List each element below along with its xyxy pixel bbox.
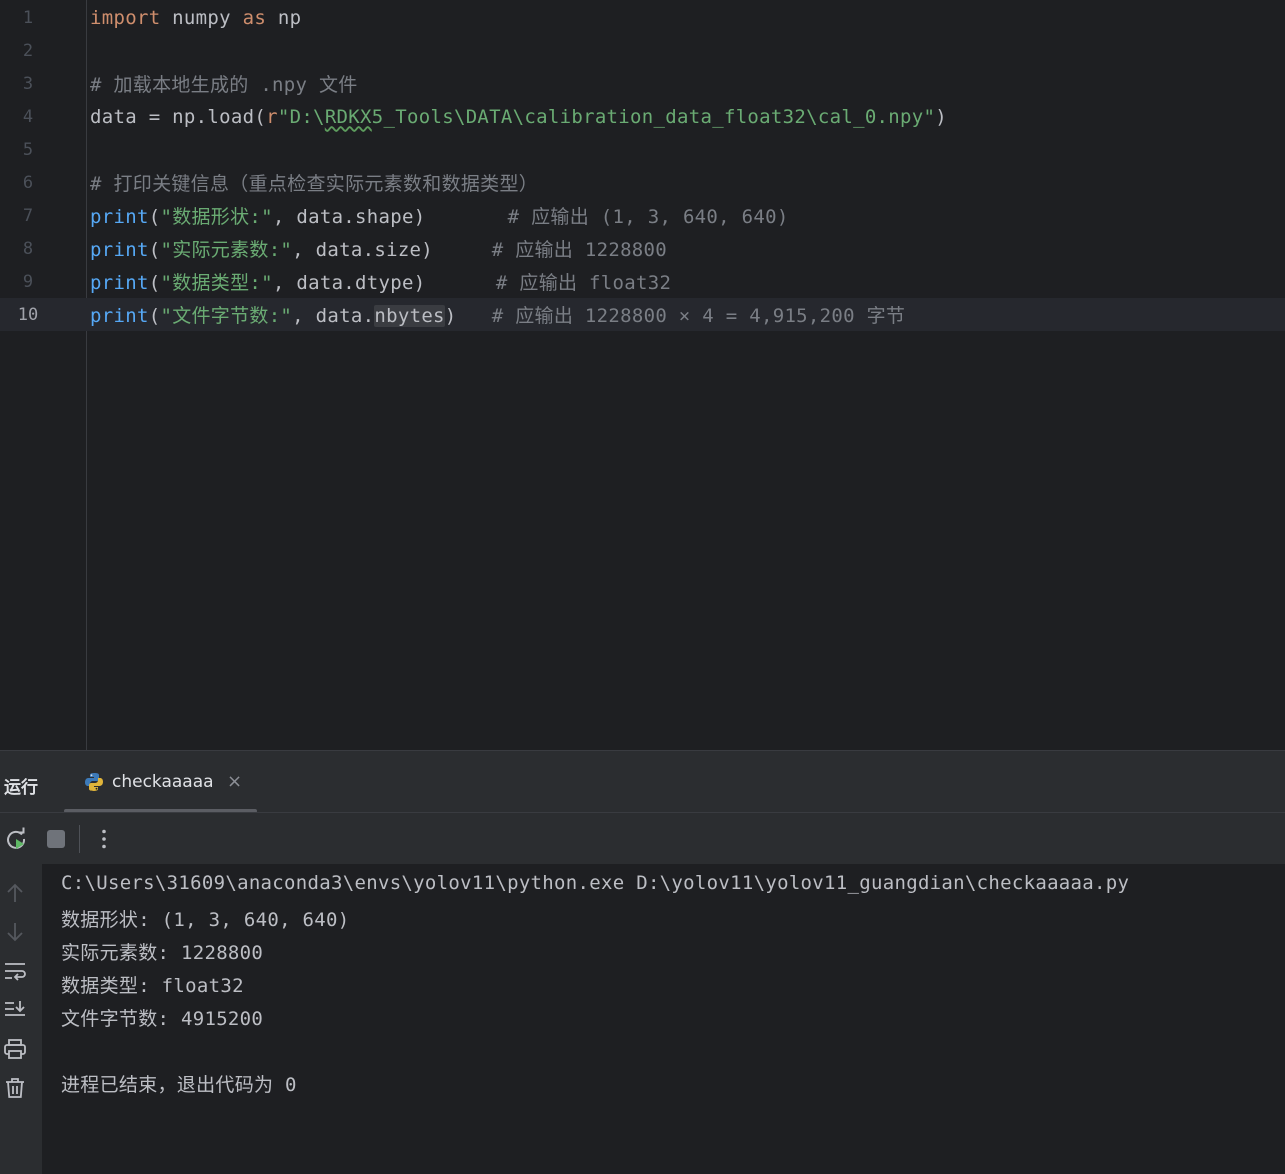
code-token: numpy: [160, 6, 243, 29]
line-number[interactable]: 7: [0, 206, 56, 226]
code-line[interactable]: 10 print("文件字节数:", data.nbytes) # 应输出 122…: [0, 298, 1285, 331]
code-line[interactable]: 8 print("实际元素数:", data.size) # 应输出 122880…: [0, 232, 1285, 265]
code-token: print: [90, 239, 149, 261]
code-line[interactable]: 9 print("数据类型:", data.dtype) # 应输出 float3…: [0, 265, 1285, 298]
console-line: 实际元素数: 1228800: [61, 942, 264, 964]
arrow-up-icon[interactable]: [3, 881, 27, 905]
line-number[interactable]: 2: [0, 41, 56, 61]
code-token: ): [935, 105, 948, 128]
code-token: (: [148, 272, 161, 294]
line-number[interactable]: 10: [0, 305, 56, 325]
console-output[interactable]: C:\Users\31609\anaconda3\envs\yolov11\py…: [42, 864, 1285, 1174]
console-line: 文件字节数: 4915200: [61, 1008, 264, 1030]
line-number[interactable]: 6: [0, 173, 56, 193]
code-token: , data.: [292, 305, 375, 327]
trash-icon[interactable]: [3, 1076, 27, 1100]
stop-icon[interactable]: [43, 826, 69, 852]
run-tab-checkaaaaa[interactable]: checkaaaaa ×: [64, 751, 257, 813]
line-number[interactable]: 1: [0, 8, 56, 28]
line-number[interactable]: 8: [0, 239, 56, 259]
code-text[interactable]: # 加载本地生成的 .npy 文件: [90, 70, 358, 97]
code-token: "D:\: [277, 105, 325, 128]
code-text[interactable]: print("数据形状:", data.shape) # 应输出 (1, 3, …: [90, 202, 789, 229]
print-icon[interactable]: [3, 1037, 27, 1061]
code-token: # 应输出 float32: [495, 272, 672, 294]
code-text[interactable]: data = np.load(r"D:\RDKX5_Tools\DATA\cal…: [90, 106, 947, 128]
code-text[interactable]: import numpy as np: [90, 7, 301, 29]
code-text[interactable]: print("文件字节数:", data.nbytes) # 应输出 12288…: [90, 301, 905, 328]
code-token: "数据类型:": [160, 272, 273, 294]
console-line: 数据形状: (1, 3, 640, 640): [61, 909, 350, 931]
code-token: , data.dtype): [272, 272, 496, 294]
code-line[interactable]: 6 # 打印关键信息（重点检查实际元素数和数据类型）: [0, 166, 1285, 199]
console-line: 进程已结束，退出代码为 0: [61, 1074, 297, 1096]
code-token: (: [148, 239, 161, 261]
code-editor[interactable]: 1 import numpy as np 2 3 # 加载本地生成的 .npy 文件 4 d…: [0, 0, 1285, 750]
console-line: 数据类型: float32: [61, 975, 244, 997]
code-text[interactable]: print("数据类型:", data.dtype) # 应输出 float32: [90, 268, 671, 295]
code-token: 5_Tools\DATA\calibration_data_float32\ca…: [371, 105, 936, 128]
soft-wrap-icon[interactable]: [3, 959, 27, 983]
code-token: , data.shape): [272, 206, 508, 228]
code-token: data = np.load(: [90, 105, 267, 128]
code-line[interactable]: 5: [0, 133, 1285, 166]
rerun-icon[interactable]: [3, 826, 29, 852]
console-side-toolbar: [0, 864, 42, 1174]
code-token: print: [90, 206, 149, 228]
console-line: C:\Users\31609\anaconda3\envs\yolov11\py…: [61, 872, 1130, 894]
run-panel-title: 运行: [4, 778, 38, 798]
line-number[interactable]: 4: [0, 107, 56, 127]
scroll-to-end-icon[interactable]: [3, 998, 27, 1022]
code-token: print: [90, 272, 149, 294]
code-token: # 打印关键信息（重点检查实际元素数和数据类型）: [90, 173, 539, 195]
code-token: # 加载本地生成的 .npy 文件: [90, 74, 358, 96]
run-toolbar: [0, 812, 1285, 865]
code-token: np: [266, 6, 302, 29]
code-line[interactable]: 4 data = np.load(r"D:\RDKX5_Tools\DATA\ca…: [0, 100, 1285, 133]
line-number[interactable]: 5: [0, 140, 56, 160]
code-line[interactable]: 3 # 加载本地生成的 .npy 文件: [0, 67, 1285, 100]
line-number[interactable]: 9: [0, 272, 56, 292]
code-token: "数据形状:": [160, 206, 273, 228]
code-token: RDKX: [324, 105, 372, 128]
more-options-icon[interactable]: [91, 826, 117, 852]
code-token: "文件字节数:": [160, 305, 293, 327]
arrow-down-icon[interactable]: [3, 920, 27, 944]
code-token: (: [148, 206, 161, 228]
code-text[interactable]: print("实际元素数:", data.size) # 应输出 1228800: [90, 235, 667, 262]
code-token: nbytes: [374, 305, 445, 327]
code-token: as: [242, 6, 267, 29]
run-tab-label: checkaaaaa: [112, 772, 214, 792]
line-number[interactable]: 3: [0, 74, 56, 94]
code-token: , data.size): [292, 239, 492, 261]
code-token: r: [266, 105, 278, 128]
code-line[interactable]: 7 print("数据形状:", data.shape) # 应输出 (1, 3,…: [0, 199, 1285, 232]
code-token: import: [90, 6, 161, 29]
python-icon: [85, 773, 103, 791]
code-token: # 应输出 (1, 3, 640, 640): [507, 206, 789, 228]
code-token: print: [90, 305, 149, 327]
code-line[interactable]: 2: [0, 34, 1285, 67]
code-text[interactable]: # 打印关键信息（重点检查实际元素数和数据类型）: [90, 169, 538, 196]
code-token: (: [148, 305, 161, 327]
code-token: "实际元素数:": [160, 239, 293, 261]
code-line[interactable]: 1 import numpy as np: [0, 1, 1285, 34]
close-icon[interactable]: ×: [227, 771, 242, 792]
run-panel-header: 运行 checkaaaaa ×: [0, 750, 1285, 813]
code-token: # 应输出 1228800 × 4 = 4,915,200 字节: [491, 305, 906, 327]
code-token: ): [444, 305, 492, 327]
code-token: # 应输出 1228800: [491, 239, 668, 261]
toolbar-separator: [79, 825, 80, 853]
